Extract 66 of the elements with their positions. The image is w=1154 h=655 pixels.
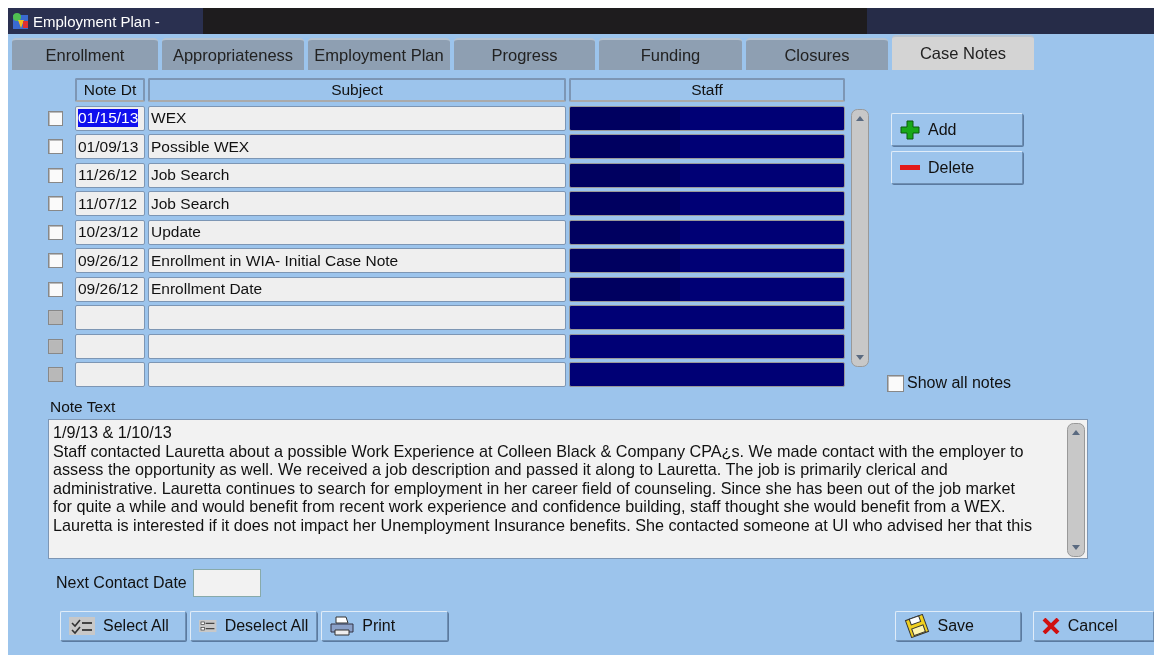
subject-cell[interactable]: Update bbox=[148, 219, 566, 245]
date-cell[interactable]: 11/07/12 bbox=[75, 191, 145, 216]
app-icon bbox=[12, 12, 30, 30]
date-input-field[interactable] bbox=[192, 569, 261, 597]
staff-cell[interactable] bbox=[569, 219, 845, 245]
column-header: Subject bbox=[148, 78, 566, 102]
deselect-all-button[interactable]: Deselect All bbox=[190, 611, 318, 641]
subject-cell[interactable]: Job Search bbox=[148, 191, 566, 216]
tab[interactable]: Employment Plan bbox=[308, 38, 450, 70]
checkbox[interactable] bbox=[48, 110, 63, 126]
checkbox[interactable] bbox=[48, 196, 63, 211]
staff-cell[interactable] bbox=[569, 191, 845, 216]
note-text-label: Note Text bbox=[50, 398, 117, 416]
checkbox[interactable] bbox=[48, 224, 63, 240]
date-cell[interactable]: 10/23/12 bbox=[75, 219, 145, 245]
staff-cell[interactable] bbox=[569, 362, 845, 387]
list-icon bbox=[199, 617, 217, 635]
subject-cell[interactable] bbox=[148, 362, 566, 387]
column-header: Staff bbox=[569, 78, 845, 102]
staff-cell[interactable] bbox=[569, 105, 845, 131]
tab[interactable]: Case Notes bbox=[892, 35, 1034, 70]
note-text: 1/9/13 & 1/10/13 Staff contacted Lauretta about a possible Work Experience at Colleen Black & Company CPA¿s. We made contact with the employer to assess the opportunity as well. We received a job description and passed it along to Lauretta. The job is primarily clerical and administrative. Lauretta continues to search for employment in her career field of counseling. Since she has been out of the job market for quite a while and would benefit from recent work experience and confidence building, staff thought she would benefit from a WEX. Lauretta is interested if it does not impact her Unemployment Insurance benefits. She contacted someone at UI who advised her that this bbox=[53, 423, 1033, 536]
add-button[interactable]: Add bbox=[891, 113, 1023, 146]
subject-cell[interactable]: Possible WEX bbox=[148, 134, 566, 159]
staff-cell[interactable] bbox=[569, 305, 845, 330]
select-all-button[interactable]: Select All bbox=[60, 611, 187, 641]
window-title: Employment Plan - bbox=[33, 12, 160, 30]
checkbox[interactable] bbox=[48, 167, 63, 183]
checkbox[interactable] bbox=[48, 139, 63, 154]
printer-icon bbox=[330, 616, 355, 636]
staff-cell[interactable] bbox=[569, 134, 845, 159]
subject-cell[interactable]: WEX bbox=[148, 105, 566, 131]
checkbox[interactable] bbox=[48, 281, 63, 297]
subject-cell[interactable] bbox=[148, 305, 566, 330]
date-cell[interactable]: 09/26/12 bbox=[75, 248, 145, 273]
subject-cell[interactable] bbox=[148, 333, 566, 359]
close-icon bbox=[1041, 618, 1060, 634]
subject-cell[interactable]: Enrollment Date bbox=[148, 276, 566, 302]
date-cell[interactable]: 11/26/12 bbox=[75, 162, 145, 188]
staff-cell[interactable] bbox=[569, 276, 845, 302]
column-header: Note Dt bbox=[75, 78, 145, 102]
date-cell[interactable]: 09/26/12 bbox=[75, 276, 145, 302]
subject-cell[interactable]: Enrollment in WIA- Initial Case Note bbox=[148, 248, 566, 273]
checkbox[interactable] bbox=[48, 253, 63, 268]
checklist-icon bbox=[69, 617, 95, 635]
save-button[interactable]: Save bbox=[894, 611, 1021, 641]
subject-cell[interactable]: Job Search bbox=[148, 162, 566, 188]
minus-icon bbox=[900, 164, 920, 171]
next-contact-date-label: Next Contact Date bbox=[56, 574, 187, 592]
note-scrollbar[interactable] bbox=[1067, 423, 1085, 557]
tab[interactable]: Progress bbox=[454, 38, 595, 70]
tab[interactable]: Appropriateness bbox=[162, 38, 304, 70]
date-cell[interactable]: 01/15/13 bbox=[75, 105, 145, 131]
print-button[interactable]: Print bbox=[321, 611, 448, 641]
date-cell[interactable]: 01/09/13 bbox=[75, 134, 145, 159]
delete-button[interactable]: Delete bbox=[891, 151, 1023, 184]
tab[interactable]: Funding bbox=[599, 38, 742, 70]
tab[interactable]: Closures bbox=[746, 38, 888, 70]
plus-icon bbox=[900, 119, 920, 140]
show-all-notes-checkbox[interactable]: Show all notes bbox=[887, 374, 1023, 392]
staff-cell[interactable] bbox=[569, 162, 845, 188]
cancel-button[interactable]: Cancel bbox=[1032, 611, 1154, 641]
grid-scrollbar[interactable] bbox=[851, 109, 869, 367]
staff-cell[interactable] bbox=[569, 333, 845, 359]
staff-cell[interactable] bbox=[569, 248, 845, 273]
tab[interactable]: Enrollment bbox=[12, 38, 158, 70]
